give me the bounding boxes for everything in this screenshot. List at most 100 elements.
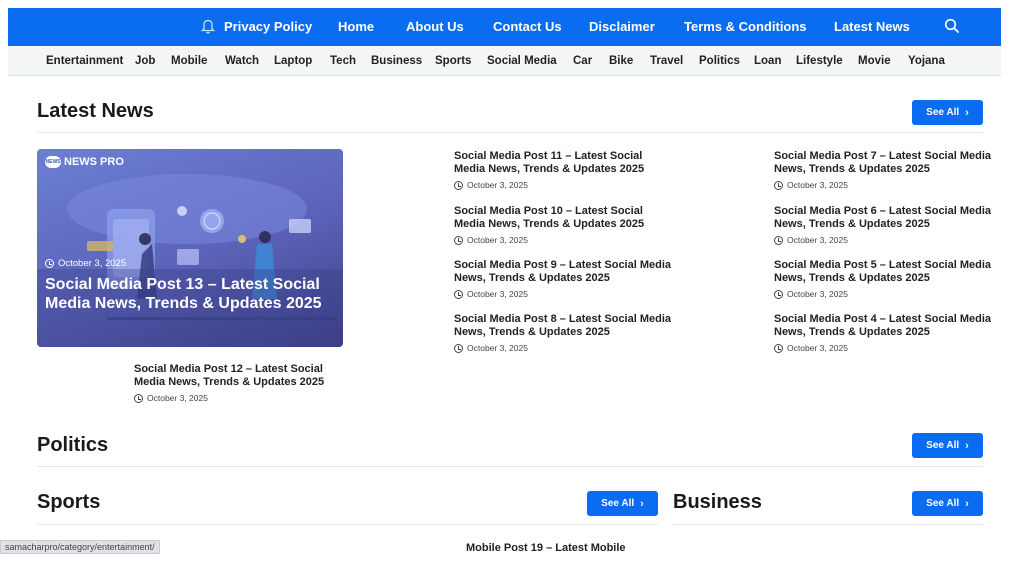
section-divider (673, 524, 983, 525)
business-heading: Business (673, 491, 762, 513)
brand-logo: NEWS NEWS PRO (45, 156, 124, 168)
chevron-right-icon: › (965, 106, 969, 119)
post-item: Social Media Post 9 – Latest Social Medi… (454, 259, 674, 299)
category-job[interactable]: Job (135, 55, 155, 67)
category-loan[interactable]: Loan (754, 55, 781, 67)
sports-see-all-button[interactable]: See All › (587, 491, 658, 516)
post-date: October 3, 2025 (774, 180, 994, 190)
section-divider (37, 132, 983, 133)
featured-date-text: October 3, 2025 (58, 258, 127, 269)
post-item: Social Media Post 5 – Latest Social Medi… (774, 259, 994, 299)
business-see-all-button[interactable]: See All › (912, 491, 983, 516)
post-title[interactable]: Social Media Post 9 – Latest Social Medi… (454, 259, 674, 285)
post-title[interactable]: Social Media Post 6 – Latest Social Medi… (774, 205, 994, 231)
top-navigation: Privacy Policy Home About Us Contact Us … (8, 8, 1001, 46)
post-date: October 3, 2025 (454, 180, 674, 190)
category-tech[interactable]: Tech (330, 55, 356, 67)
category-movie[interactable]: Movie (858, 55, 891, 67)
post-item: Social Media Post 10 – Latest Social Med… (454, 205, 674, 245)
post-date-text: October 3, 2025 (787, 289, 848, 299)
clock-icon (774, 235, 783, 245)
post-title[interactable]: Social Media Post 8 – Latest Social Medi… (454, 313, 674, 339)
chevron-right-icon: › (640, 497, 644, 510)
clock-icon (774, 289, 783, 299)
post-title[interactable]: Social Media Post 11 – Latest Social Med… (454, 150, 674, 176)
latest-news-heading: Latest News (37, 100, 154, 122)
post-date-text: October 3, 2025 (467, 343, 528, 353)
sports-heading: Sports (37, 491, 101, 513)
see-all-label: See All (926, 440, 960, 451)
bell-icon[interactable] (201, 19, 215, 35)
clock-icon (774, 180, 783, 190)
post-date-text: October 3, 2025 (787, 235, 848, 245)
see-all-label: See All (926, 498, 960, 509)
featured-post-date: October 3, 2025 (45, 258, 126, 269)
category-business[interactable]: Business (371, 55, 422, 67)
category-entertainment[interactable]: Entertainment (46, 55, 123, 67)
post-title[interactable]: Social Media Post 12 – Latest Social Med… (134, 363, 354, 389)
nav-latest-news[interactable]: Latest News (834, 19, 910, 34)
latest-news-see-all-button[interactable]: See All › (912, 100, 983, 125)
post-title[interactable]: Mobile Post 19 – Latest Mobile (466, 542, 706, 555)
post-date-text: October 3, 2025 (467, 289, 528, 299)
category-travel[interactable]: Travel (650, 55, 683, 67)
post-title[interactable]: Social Media Post 10 – Latest Social Med… (454, 205, 674, 231)
post-item: Social Media Post 8 – Latest Social Medi… (454, 313, 674, 353)
brand-name: NEWS PRO (64, 156, 124, 168)
post-date-text: October 3, 2025 (147, 393, 208, 403)
category-social-media[interactable]: Social Media (487, 55, 557, 67)
clock-icon (774, 343, 783, 353)
post-date: October 3, 2025 (774, 235, 994, 245)
see-all-label: See All (926, 107, 960, 118)
category-car[interactable]: Car (573, 55, 592, 67)
post-date: October 3, 2025 (774, 343, 994, 353)
nav-terms-conditions[interactable]: Terms & Conditions (684, 19, 807, 34)
section-divider (37, 524, 658, 525)
category-yojana[interactable]: Yojana (908, 55, 945, 67)
post-date: October 3, 2025 (134, 393, 354, 403)
post-date-text: October 3, 2025 (787, 343, 848, 353)
post-item: Social Media Post 4 – Latest Social Medi… (774, 313, 994, 353)
politics-heading: Politics (37, 434, 109, 456)
category-navigation: Entertainment Job Mobile Watch Laptop Te… (8, 46, 1001, 76)
category-laptop[interactable]: Laptop (274, 55, 312, 67)
post-date-text: October 3, 2025 (467, 235, 528, 245)
post-date: October 3, 2025 (454, 343, 674, 353)
status-bar-url: samacharpro/category/entertainment/ (0, 540, 160, 554)
post-title[interactable]: Social Media Post 7 – Latest Social Medi… (774, 150, 994, 176)
nav-disclaimer[interactable]: Disclaimer (589, 19, 655, 34)
post-title[interactable]: Social Media Post 4 – Latest Social Medi… (774, 313, 994, 339)
category-lifestyle[interactable]: Lifestyle (796, 55, 843, 67)
see-all-label: See All (601, 498, 635, 509)
post-date-text: October 3, 2025 (467, 180, 528, 190)
clock-icon (45, 259, 54, 268)
featured-post-title[interactable]: Social Media Post 13 – Latest Social Med… (45, 275, 337, 313)
featured-post-card[interactable]: NEWS NEWS PRO October 3, 2025 Social Med… (37, 149, 343, 347)
post-date: October 3, 2025 (454, 289, 674, 299)
post-item: Social Media Post 7 – Latest Social Medi… (774, 150, 994, 190)
category-sports[interactable]: Sports (435, 55, 471, 67)
clock-icon (454, 180, 463, 190)
section-divider (37, 466, 983, 467)
post-item: Social Media Post 6 – Latest Social Medi… (774, 205, 994, 245)
nav-contact-us[interactable]: Contact Us (493, 19, 562, 34)
category-bike[interactable]: Bike (609, 55, 633, 67)
post-title[interactable]: Social Media Post 5 – Latest Social Medi… (774, 259, 994, 285)
category-mobile[interactable]: Mobile (171, 55, 207, 67)
category-politics[interactable]: Politics (699, 55, 740, 67)
category-watch[interactable]: Watch (225, 55, 259, 67)
clock-icon (454, 235, 463, 245)
post-date-text: October 3, 2025 (787, 180, 848, 190)
nav-privacy-policy[interactable]: Privacy Policy (224, 19, 312, 34)
news-logo-icon: NEWS (45, 156, 61, 168)
clock-icon (454, 343, 463, 353)
chevron-right-icon: › (965, 439, 969, 452)
politics-see-all-button[interactable]: See All › (912, 433, 983, 458)
post-date: October 3, 2025 (774, 289, 994, 299)
post-item: Social Media Post 12 – Latest Social Med… (134, 363, 354, 403)
search-icon[interactable] (944, 18, 960, 34)
nav-about-us[interactable]: About Us (406, 19, 464, 34)
chevron-right-icon: › (965, 497, 969, 510)
clock-icon (134, 393, 143, 403)
nav-home[interactable]: Home (338, 19, 374, 34)
